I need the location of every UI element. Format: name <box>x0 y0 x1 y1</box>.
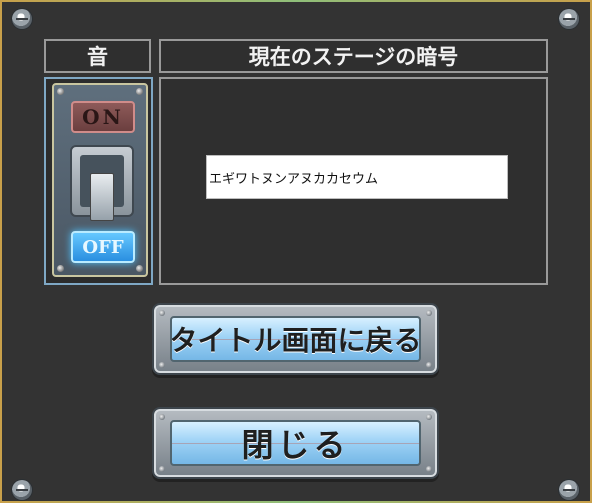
toggle-switch-icon: ON OFF <box>52 83 148 277</box>
toggle-lever-housing[interactable] <box>70 145 134 221</box>
rivet-icon <box>559 480 579 500</box>
screw-icon <box>136 265 143 272</box>
screw-icon <box>159 362 165 368</box>
sound-header-label: 音 <box>87 44 108 69</box>
sound-on-button[interactable]: ON <box>71 101 135 133</box>
return-to-title-label: タイトル画面に戻る <box>170 324 421 357</box>
screw-icon <box>426 310 432 316</box>
screw-icon <box>57 88 64 95</box>
sound-header: 音 <box>44 39 151 73</box>
screw-icon <box>426 362 432 368</box>
settings-panel: 音 現在のステージの暗号 ON OFF エギワトヌンアヌカカセウム タイトル画面… <box>0 0 592 503</box>
sound-switch-panel: ON OFF <box>44 77 153 285</box>
screw-icon <box>426 414 432 420</box>
screw-icon <box>159 310 165 316</box>
sound-off-button[interactable]: OFF <box>71 231 135 263</box>
rivet-icon <box>559 9 579 29</box>
close-button[interactable]: 閉じる <box>152 407 439 479</box>
stage-code-header: 現在のステージの暗号 <box>159 39 548 73</box>
screw-icon <box>426 466 432 472</box>
screw-icon <box>159 414 165 420</box>
rivet-icon <box>12 9 32 29</box>
toggle-lever[interactable] <box>90 173 114 221</box>
stage-code-header-label: 現在のステージの暗号 <box>248 44 459 69</box>
screw-icon <box>159 466 165 472</box>
return-to-title-button[interactable]: タイトル画面に戻る <box>152 303 439 375</box>
stage-code-field[interactable]: エギワトヌンアヌカカセウム <box>206 155 508 199</box>
return-to-title-face: タイトル画面に戻る <box>170 316 421 362</box>
stage-code-panel: エギワトヌンアヌカカセウム <box>159 77 548 285</box>
stage-code-value: エギワトヌンアヌカカセウム <box>209 171 379 187</box>
sound-off-label: OFF <box>82 236 124 258</box>
screw-icon <box>57 265 64 272</box>
sound-on-label: ON <box>82 105 124 129</box>
screw-icon <box>136 88 143 95</box>
toggle-slot <box>80 155 124 221</box>
close-face: 閉じる <box>170 420 421 466</box>
rivet-icon <box>12 480 32 500</box>
close-label: 閉じる <box>241 426 350 464</box>
